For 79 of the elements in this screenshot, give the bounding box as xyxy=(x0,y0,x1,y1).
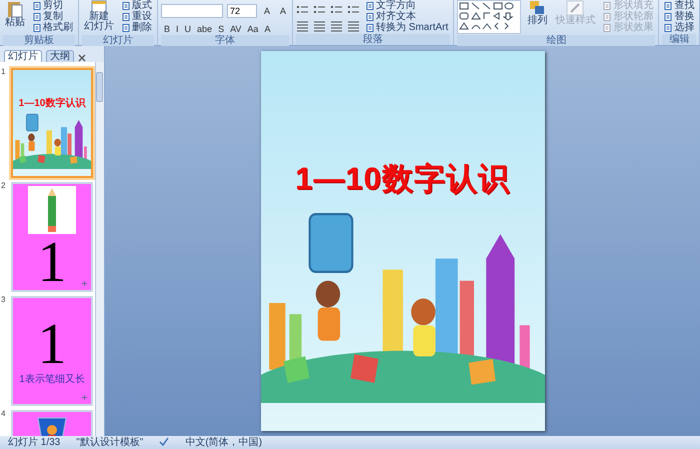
group-label: 段落 xyxy=(296,34,450,45)
align-icon[interactable] xyxy=(347,20,360,32)
numeral: 1 xyxy=(38,234,66,290)
document-icon xyxy=(122,2,130,10)
indent-icon[interactable] xyxy=(330,4,344,16)
format-button[interactable]: I xyxy=(173,22,182,36)
arrange-icon xyxy=(528,0,546,16)
ribbon-button[interactable]: 排列 xyxy=(525,0,550,35)
spellcheck-icon[interactable] xyxy=(159,437,170,447)
indent-icon[interactable] xyxy=(347,4,360,16)
brush-icon xyxy=(566,0,584,16)
document-icon xyxy=(33,24,41,32)
ribbon-button[interactable]: 重设 xyxy=(120,11,154,22)
clipboard-icon xyxy=(6,0,24,18)
document-icon xyxy=(33,12,41,20)
format-button[interactable]: S xyxy=(215,22,228,36)
document-icon xyxy=(122,12,130,20)
list-icon[interactable] xyxy=(313,4,326,16)
scrollbar[interactable] xyxy=(95,62,104,436)
font-size-button[interactable]: A xyxy=(277,4,290,18)
ribbon-button[interactable]: 新建 幻灯片 xyxy=(82,0,116,35)
ribbon-button[interactable]: 版式 xyxy=(120,0,154,11)
ribbon-button[interactable]: 选择 xyxy=(662,22,696,33)
document-icon xyxy=(603,12,612,20)
document-icon xyxy=(122,24,130,32)
panel-tab[interactable]: 大纲 xyxy=(46,50,74,62)
group-label: 幻灯片 xyxy=(82,35,154,46)
ribbon-button[interactable]: 删除 xyxy=(120,22,154,33)
ribbon-button[interactable]: 转换为 SmartArt xyxy=(364,22,450,33)
slide-caption: 1表示笔细又长 xyxy=(19,372,85,387)
slide-number: 2 xyxy=(0,180,6,192)
panel-tab[interactable]: 幻灯片 xyxy=(4,50,42,62)
format-button[interactable]: U xyxy=(182,22,194,36)
ribbon-button[interactable]: 对齐文本 xyxy=(364,11,450,22)
ribbon-button[interactable]: 格式刷 xyxy=(31,22,75,33)
group-label: 编辑 xyxy=(662,34,696,45)
slide-title: 1—10数字认识 xyxy=(18,96,86,111)
font-size-field[interactable]: 72 xyxy=(227,4,257,18)
font-size-button[interactable]: A xyxy=(261,4,274,18)
slide-title: 1—10数字认识 xyxy=(295,160,510,198)
ribbon-button[interactable]: 查找 xyxy=(662,0,696,11)
group-label: 绘图 xyxy=(457,35,656,46)
numeral: 1 xyxy=(38,316,66,372)
format-button[interactable]: B xyxy=(161,22,174,36)
format-button[interactable]: Aa xyxy=(244,22,262,36)
format-button[interactable]: AV xyxy=(227,22,244,36)
document-icon xyxy=(603,2,612,10)
document-icon xyxy=(664,12,672,20)
document-icon xyxy=(366,24,374,32)
align-icon[interactable] xyxy=(330,20,344,32)
slide-thumbnail[interactable]: 1 1表示笔细又长 xyxy=(11,296,93,406)
document-icon xyxy=(664,2,672,10)
shapes-gallery[interactable] xyxy=(457,0,522,34)
slide-thumbnail[interactable]: 1 xyxy=(11,182,93,292)
document-icon xyxy=(603,24,612,32)
close-icon[interactable] xyxy=(78,54,86,62)
theme-name: "默认设计模板" xyxy=(76,436,144,449)
group-label: 字体 xyxy=(161,35,290,46)
pencil-icon xyxy=(46,186,58,234)
list-icon[interactable] xyxy=(296,4,310,16)
format-button[interactable]: A xyxy=(261,22,274,36)
document-icon xyxy=(366,2,374,10)
slide-icon xyxy=(90,0,108,12)
language-label: 中文(简体，中国) xyxy=(185,436,262,449)
ribbon-button[interactable]: 复制 xyxy=(31,11,75,22)
ribbon-button[interactable]: 替换 xyxy=(662,11,696,22)
ribbon-button[interactable]: 粘贴 xyxy=(3,0,27,35)
font-name-field[interactable] xyxy=(161,4,223,18)
document-icon xyxy=(366,12,374,20)
align-icon[interactable] xyxy=(313,20,326,32)
document-icon xyxy=(33,2,41,10)
group-label: 剪贴板 xyxy=(3,35,75,46)
slide-number: 4 xyxy=(0,408,6,420)
format-button[interactable]: abe xyxy=(194,22,216,36)
align-icon[interactable] xyxy=(296,20,310,32)
document-icon xyxy=(664,24,672,32)
slide-counter: 幻灯片 1/33 xyxy=(8,436,60,449)
slide-number: 1 xyxy=(0,66,6,78)
slide-number: 3 xyxy=(0,294,6,306)
